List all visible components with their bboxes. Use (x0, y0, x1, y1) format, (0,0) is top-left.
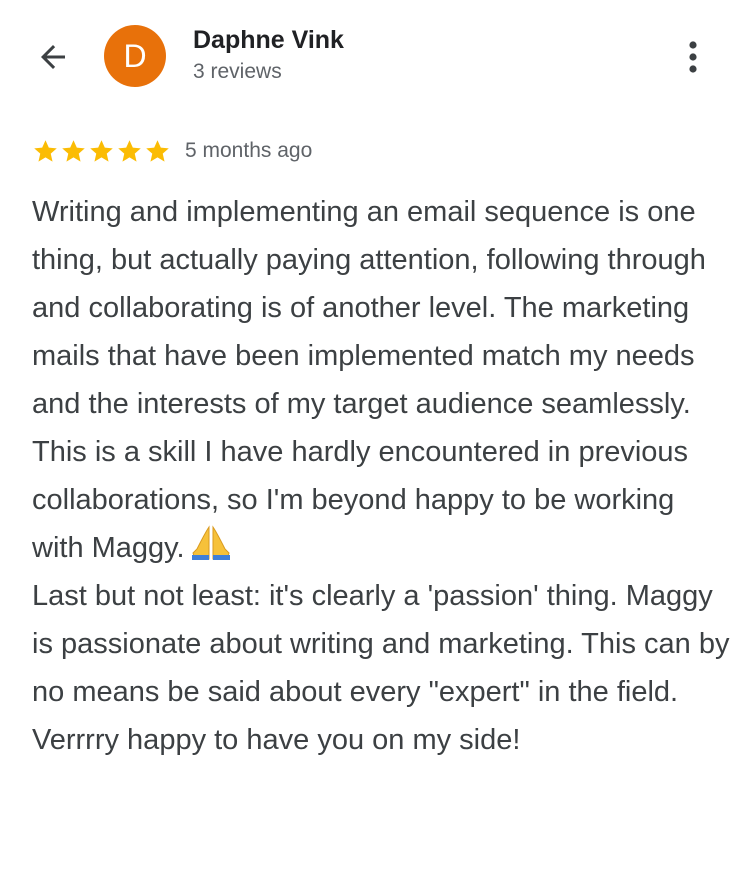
star-rating (32, 138, 171, 165)
back-button[interactable] (30, 34, 76, 80)
star-icon (118, 139, 141, 162)
arrow-left-icon (41, 45, 65, 69)
review-paragraph-1-text: Writing and implementing an email sequen… (32, 196, 706, 564)
review-body: Writing and implementing an email sequen… (32, 188, 732, 764)
star-icon (90, 139, 113, 162)
review-header: D Daphne Vink 3 reviews (0, 0, 750, 110)
reviewer-review-count: 3 reviews (193, 60, 282, 83)
review-time: 5 months ago (185, 139, 313, 162)
star-icon (34, 139, 57, 162)
star-icon (146, 139, 169, 162)
more-vertical-icon (689, 41, 697, 73)
avatar-letter: D (123, 37, 147, 74)
rating-row: 5 months ago (32, 134, 312, 168)
folded-hands-icon (191, 525, 230, 560)
more-options-button[interactable] (670, 34, 716, 80)
star-icon (62, 139, 85, 162)
review-paragraph-2: Last but not least: it's clearly a 'pass… (32, 580, 730, 756)
review-paragraph-1: Writing and implementing an email sequen… (32, 188, 732, 572)
avatar[interactable]: D (104, 25, 166, 87)
reviewer-name[interactable]: Daphne Vink (193, 26, 344, 55)
